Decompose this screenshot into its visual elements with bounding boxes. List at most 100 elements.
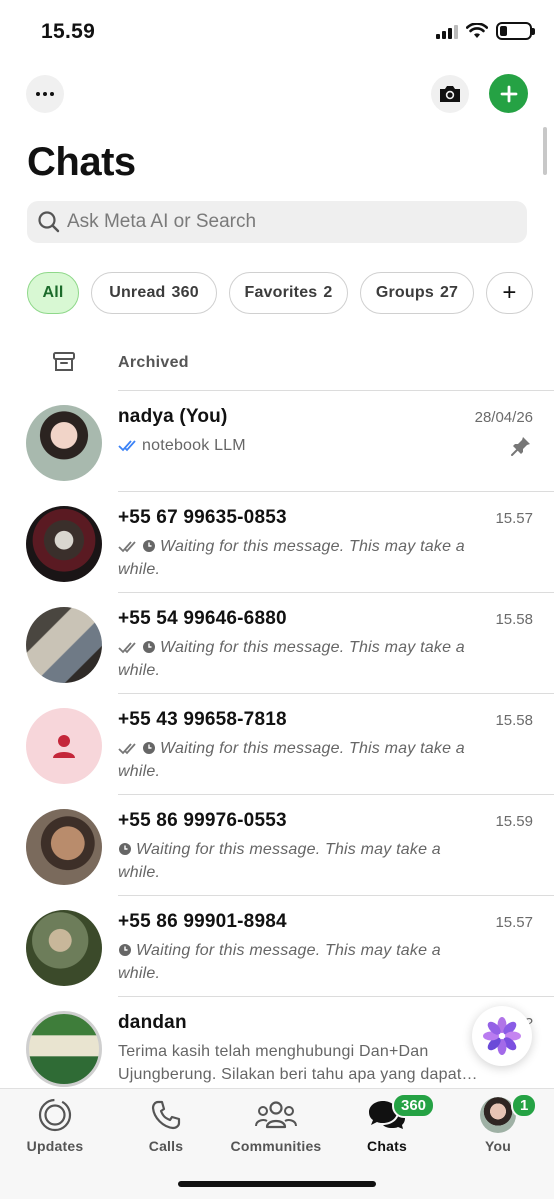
filter-chip-label: Groups — [375, 284, 434, 301]
avatar — [26, 405, 102, 481]
notification-badge: 1 — [511, 1093, 538, 1118]
meta-ai-button[interactable] — [472, 1006, 532, 1066]
filter-chips: All Unread 360 Favorites 2 Groups 27 + — [27, 272, 554, 314]
more-options-button[interactable] — [26, 75, 64, 113]
clock-icon — [143, 641, 155, 653]
filter-chip-groups[interactable]: Groups 27 — [360, 272, 474, 314]
chat-time: 28/04/26 — [474, 409, 533, 426]
search-bar[interactable] — [27, 201, 527, 243]
avatar — [26, 1011, 102, 1087]
tab-label: Calls — [148, 1138, 184, 1154]
chat-row[interactable]: +55 67 99635-0853 15.57 Waiting for this… — [0, 492, 554, 593]
chat-row[interactable]: +55 54 99646-6880 15.58 Waiting for this… — [0, 593, 554, 694]
add-filter-symbol: + — [502, 279, 517, 306]
tab-label: Updates — [26, 1138, 84, 1154]
add-filter-button[interactable]: + — [486, 272, 533, 314]
tab-you[interactable]: You 1 — [443, 1093, 553, 1161]
status-bar: 15.59 — [0, 0, 554, 64]
archived-label: Archived — [118, 354, 189, 371]
clock-icon — [143, 742, 155, 754]
filter-chip-count: 360 — [171, 284, 199, 301]
tab-label: You — [484, 1138, 511, 1154]
chat-row[interactable]: nadya (You) 28/04/26 notebook LLM — [0, 391, 554, 492]
clock-icon — [119, 843, 131, 855]
filter-chip-count: 27 — [439, 284, 459, 301]
chat-time: 15.58 — [495, 712, 533, 729]
chat-time: 15.57 — [495, 914, 533, 931]
filter-chip-label: Favorites — [244, 284, 318, 301]
chat-row[interactable]: +55 86 99901-8984 15.57 Waiting for this… — [0, 896, 554, 997]
tab-label: Communities — [230, 1138, 322, 1154]
filter-chip-unread[interactable]: Unread 360 — [91, 272, 217, 314]
double-check-icon — [118, 642, 136, 654]
avatar — [26, 910, 102, 986]
double-check-icon — [118, 743, 136, 755]
tab-chats[interactable]: Chats 360 — [332, 1093, 442, 1161]
header-row — [0, 74, 554, 116]
default-person-icon — [53, 735, 75, 758]
chat-name: +55 67 99635-0853 — [118, 507, 287, 528]
chat-row[interactable]: +55 86 99976-0553 15.59 Waiting for this… — [0, 795, 554, 896]
chat-preview: Waiting for this message. This may take … — [118, 636, 478, 682]
chat-preview: Terima kasih telah menghubungi Dan+Dan U… — [118, 1043, 478, 1083]
tab-label: Chats — [367, 1138, 407, 1154]
filter-chip-all[interactable]: All — [27, 272, 79, 314]
avatar — [26, 809, 102, 885]
archived-row[interactable]: Archived — [0, 343, 554, 391]
unread-badge: 360 — [392, 1093, 436, 1118]
tab-calls[interactable]: Calls — [111, 1097, 221, 1161]
filter-chip-favorites[interactable]: Favorites 2 — [229, 272, 348, 314]
avatar — [26, 708, 102, 784]
chat-time: 15.59 — [495, 813, 533, 830]
home-indicator[interactable] — [178, 1181, 376, 1187]
search-input[interactable] — [67, 211, 507, 233]
filter-chip-label: Unread — [109, 284, 166, 301]
chat-row[interactable]: +55 43 99658-7818 15.58 Waiting for this… — [0, 694, 554, 795]
chat-preview: Waiting for this message. This may take … — [118, 939, 478, 985]
camera-icon — [440, 86, 460, 102]
tab-communities[interactable]: Communities — [221, 1097, 331, 1161]
chat-preview: notebook LLM — [118, 434, 478, 457]
cellular-signal-icon — [436, 23, 458, 39]
meta-ai-icon — [483, 1017, 521, 1055]
chat-preview: Waiting for this message. This may take … — [118, 838, 478, 884]
chat-preview-text: Waiting for this message. This may take … — [118, 538, 465, 578]
chat-row[interactable]: dandan ? Terima kasih telah menghubungi … — [0, 997, 554, 1098]
page-title: Chats — [27, 140, 136, 184]
double-check-icon — [118, 440, 136, 452]
chat-name: dandan — [118, 1012, 187, 1033]
avatar — [26, 506, 102, 582]
search-icon — [38, 211, 60, 233]
updates-icon — [38, 1098, 72, 1132]
chat-name: +55 43 99658-7818 — [118, 709, 287, 730]
pin-icon — [511, 437, 530, 456]
archive-icon — [53, 352, 75, 371]
chat-preview-text: Waiting for this message. This may take … — [118, 841, 441, 881]
more-icon — [36, 92, 54, 96]
chat-preview: Waiting for this message. This may take … — [118, 737, 478, 783]
chat-preview-text: Waiting for this message. This may take … — [118, 942, 441, 982]
avatar — [26, 607, 102, 683]
plus-icon — [500, 85, 517, 102]
camera-button[interactable] — [431, 75, 469, 113]
chat-name: +55 54 99646-6880 — [118, 608, 287, 629]
chat-preview-text: Waiting for this message. This may take … — [118, 740, 465, 780]
battery-icon — [496, 22, 535, 40]
clock-icon — [143, 540, 155, 552]
scroll-indicator[interactable] — [543, 127, 547, 175]
new-chat-button[interactable] — [489, 74, 528, 113]
chat-name: +55 86 99901-8984 — [118, 911, 287, 932]
filter-chip-count: 2 — [323, 284, 333, 301]
chat-preview: Waiting for this message. This may take … — [118, 535, 478, 581]
filter-chip-label: All — [42, 284, 64, 301]
tab-updates[interactable]: Updates — [0, 1097, 110, 1161]
chat-time: 15.57 — [495, 510, 533, 527]
chat-name: +55 86 99976-0553 — [118, 810, 287, 831]
chat-preview-text: Waiting for this message. This may take … — [118, 639, 465, 679]
wifi-icon — [466, 23, 488, 38]
double-check-icon — [118, 541, 136, 553]
chat-time: 15.58 — [495, 611, 533, 628]
chat-preview-text: notebook LLM — [142, 437, 246, 454]
phone-icon — [151, 1100, 181, 1130]
status-icons — [436, 22, 535, 40]
